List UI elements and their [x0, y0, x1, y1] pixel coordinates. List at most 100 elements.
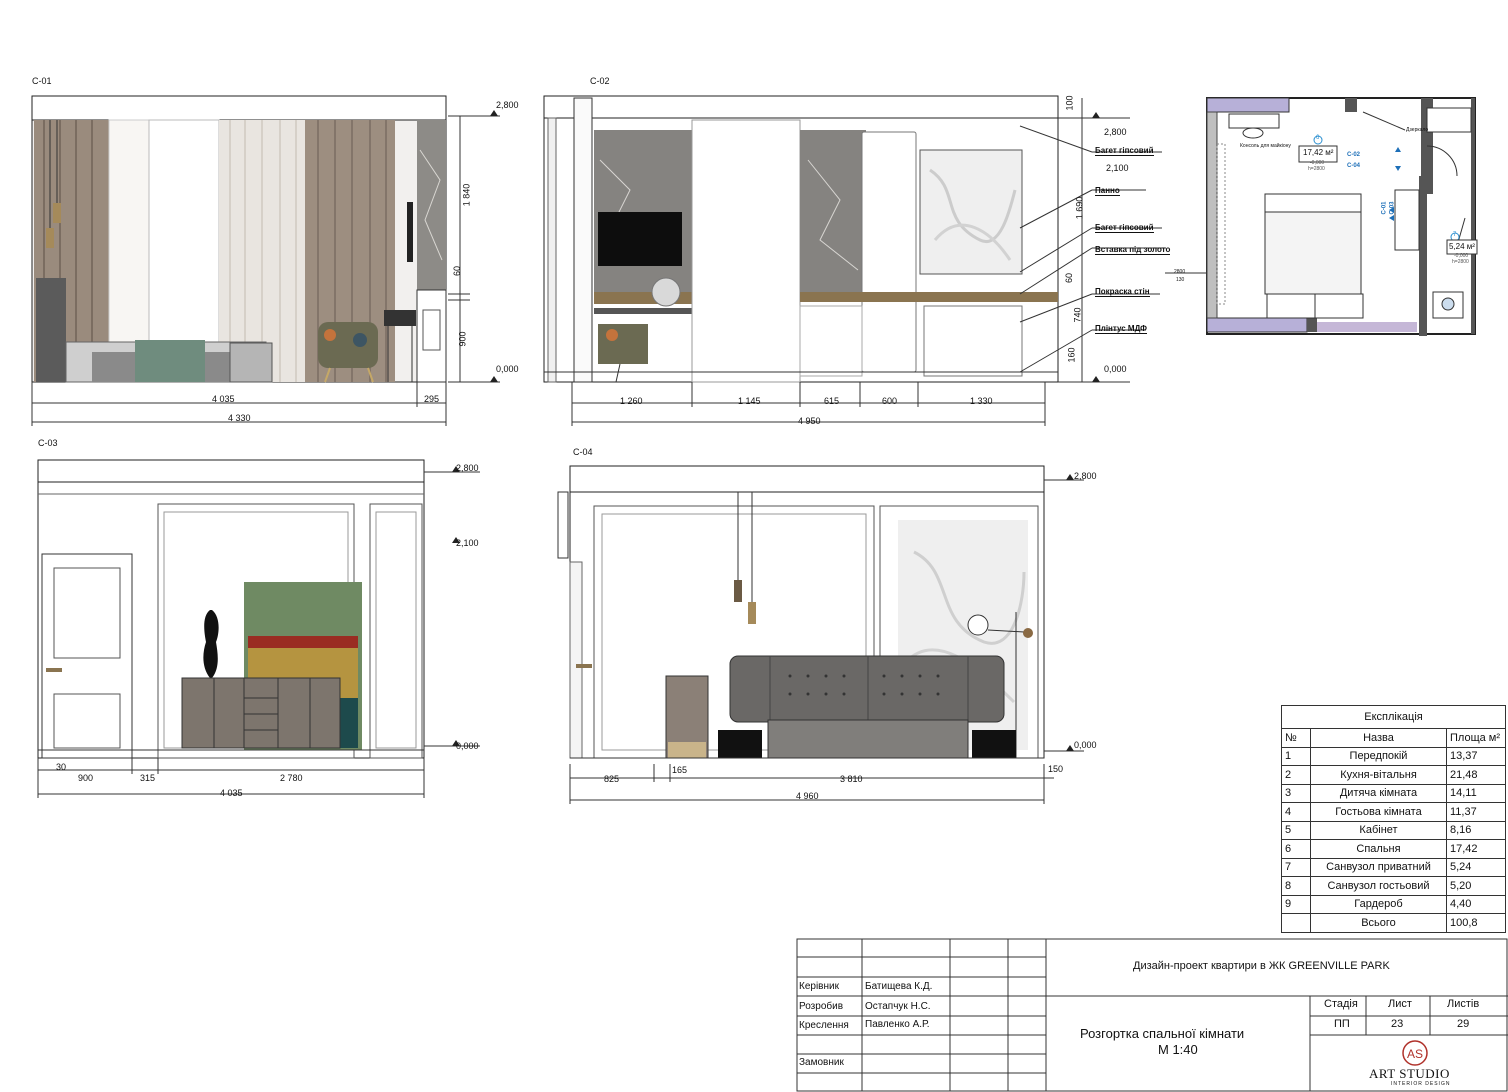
cell: 9	[1281, 894, 1311, 914]
role-lead: Керівник	[799, 981, 839, 992]
col-stage: Стадія	[1324, 998, 1358, 1010]
dim-c04-h3: 3 810	[840, 774, 863, 784]
dim-c03-h2: 900	[78, 773, 94, 783]
cell: 5,20	[1446, 876, 1506, 896]
name-developer: Остапчук Н.С.	[865, 1001, 931, 1012]
dim-c01-v2: 60	[452, 265, 463, 277]
name-lead: Батищева К.Д.	[865, 981, 933, 992]
dim-c04-h4: 150	[1048, 764, 1064, 774]
sheet-scale: М 1:40	[1158, 1042, 1198, 1057]
role-developer: Розробив	[799, 1001, 844, 1012]
elevation-c03	[37, 459, 480, 798]
level-c02-floor: 0,000	[1104, 364, 1127, 374]
cell: 2	[1281, 765, 1311, 785]
dim-c02-h3: 615	[824, 396, 840, 406]
level-c01-floor: 0,000	[496, 364, 519, 374]
dim-c02-total: 4 950	[798, 416, 821, 426]
level-c04-floor: 0,000	[1074, 740, 1097, 750]
cell: Кабінет	[1310, 820, 1447, 840]
table-row: 5 Кабінет 8,16	[1281, 820, 1506, 840]
view-tag-c04: С-04	[573, 447, 593, 457]
sheet-value: 23	[1391, 1018, 1404, 1030]
view-tag-c03: С-03	[38, 438, 58, 448]
role-client: Замовник	[799, 1057, 844, 1068]
level-c03-floor: 0,000	[456, 741, 479, 751]
cell: 14,11	[1446, 783, 1506, 803]
cell: Санвузол гостьовий	[1310, 876, 1447, 896]
explication-table: Експлікація № Назва Площа м² 1 Передпокій…	[1281, 705, 1506, 933]
explication-header: Назва	[1310, 728, 1447, 748]
cell: 13,37	[1446, 746, 1506, 766]
plan-bath-area: 5,24 м²	[1449, 242, 1475, 251]
stage-value: ПП	[1334, 1018, 1350, 1030]
dim-c02-v3: 60	[1064, 272, 1075, 284]
table-row: Всього 100,8	[1281, 913, 1506, 933]
plan-room-sub2: h=2800	[1308, 166, 1325, 172]
logo-subtext: INTERIOR DESIGN	[1391, 1081, 1451, 1087]
plan-tag-c04: С-04	[1347, 163, 1361, 169]
plan-level-a: 2800	[1174, 269, 1186, 275]
dim-c01-total: 4 330	[228, 413, 251, 423]
level-c04-top: 2,800	[1074, 471, 1097, 481]
plan-room-num: 6	[1316, 135, 1320, 141]
elevation-c01	[31, 95, 500, 426]
dim-c04-h1: 825	[604, 774, 620, 784]
dim-c02-v5: 160	[1066, 347, 1077, 363]
table-row: 1 Передпокій 13,37	[1281, 746, 1506, 766]
dim-c04-total: 4 960	[796, 791, 819, 801]
logo-text: ART STUDIO	[1369, 1066, 1450, 1081]
cell: Санвузол приватний	[1310, 857, 1447, 877]
plan-tag-c01: С-01	[1381, 201, 1388, 215]
total-value: 100,8	[1446, 913, 1506, 933]
floor-plan	[1165, 97, 1478, 336]
col-sheet: Лист	[1388, 998, 1412, 1010]
plan-tag-c02: С-02	[1347, 152, 1361, 158]
cell: 17,42	[1446, 839, 1506, 859]
name-drafting: Павленко А.Р.	[865, 1019, 930, 1030]
level-c03-top: 2,800	[456, 463, 479, 473]
dim-c03-total: 4 035	[220, 788, 243, 798]
level-c01-top: 2,800	[496, 100, 519, 110]
dim-c03-h4: 2 780	[280, 773, 303, 783]
cell: 11,37	[1446, 802, 1506, 822]
plan-level-b: 130	[1176, 277, 1185, 283]
note-plinth: Плінтус МДФ	[1095, 324, 1148, 334]
sheet-title: Розгортка спальної кімнати	[1080, 1026, 1245, 1041]
project-title: Дизайн-проект квартири в ЖК GREENVILLE P…	[1133, 960, 1390, 972]
cell: Спальня	[1310, 839, 1447, 859]
cell: 5	[1281, 820, 1311, 840]
level-c03-mid: 2,100	[456, 538, 479, 548]
dim-c02-v2: 1 690	[1074, 196, 1085, 220]
dim-c04-h2: 165	[672, 765, 688, 775]
cell: 4	[1281, 802, 1311, 822]
note-panno: Панно	[1095, 186, 1120, 196]
note-paint: Покраска стін	[1095, 287, 1150, 297]
cell: 1	[1281, 746, 1311, 766]
table-row: 3 Дитяча кімната 14,11	[1281, 783, 1506, 803]
dim-c02-h2: 1 145	[738, 396, 761, 406]
note-baget-1: Багет гіпсовий	[1095, 146, 1154, 156]
plan-label-console: Консоль для майкіону	[1240, 143, 1291, 149]
cell: 5,24	[1446, 857, 1506, 877]
plan-tag-c03: С-03	[1389, 201, 1396, 215]
col-sheets: Листів	[1447, 998, 1480, 1010]
dim-c03-h1: 30	[56, 762, 67, 772]
cell: 4,40	[1446, 894, 1506, 914]
plan-room-area: 17,42 м²	[1303, 148, 1334, 157]
cell: Дитяча кімната	[1310, 783, 1447, 803]
level-c02-top: 2,800	[1104, 127, 1127, 137]
total-label: Всього	[1310, 913, 1447, 933]
table-row: 8 Санвузол гостьовий 5,20	[1281, 876, 1506, 896]
dim-c02-h4: 600	[882, 396, 898, 406]
cell: 6	[1281, 839, 1311, 859]
level-c02-mid: 2,100	[1106, 163, 1129, 173]
plan-bath-sub2: h=2800	[1452, 259, 1469, 265]
role-drafting: Креслення	[799, 1020, 849, 1031]
explication-title: Експлікація	[1281, 705, 1506, 729]
cell: Гостьова кімната	[1310, 802, 1447, 822]
cell: Кухня-вітальня	[1310, 765, 1447, 785]
note-gold-insert: Вставка під золото	[1095, 245, 1171, 255]
plan-bath-num: 7	[1453, 232, 1457, 238]
svg-text:AS: AS	[1407, 1047, 1423, 1061]
explication-header: Площа м²	[1446, 728, 1506, 748]
